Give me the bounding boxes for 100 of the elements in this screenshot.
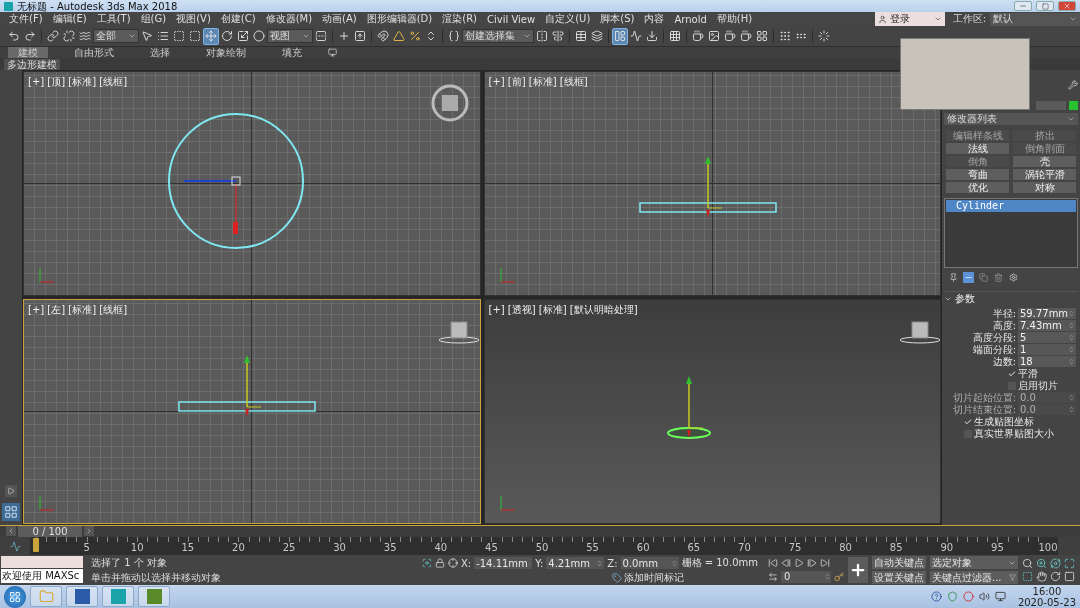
previous-frame-icon[interactable]: [781, 557, 791, 568]
magnet-button[interactable]: [375, 27, 391, 45]
toolbar-dropdown[interactable]: 全部: [93, 29, 139, 43]
expand-button[interactable]: [5, 485, 17, 497]
key-mode-dropdown[interactable]: 选定对象: [930, 556, 1018, 569]
modifier-button[interactable]: 弯曲: [946, 169, 1009, 180]
menu-item[interactable]: 创建(C): [215, 12, 261, 26]
menu-item[interactable]: Arnold: [669, 13, 712, 25]
auto-key-button[interactable]: 自动关键点: [872, 556, 926, 569]
go-to-end-icon[interactable]: [820, 557, 830, 568]
toolbar-dropdown[interactable]: 视图: [267, 29, 313, 43]
zoom-icon[interactable]: [1036, 558, 1047, 569]
taskbar-app-button[interactable]: [138, 586, 170, 607]
modifier-button[interactable]: 涡轮平滑: [1013, 169, 1076, 180]
menu-item[interactable]: Civil View: [482, 13, 541, 25]
menu-item[interactable]: 文件(F): [4, 12, 48, 26]
menu-item[interactable]: 修改器(M): [260, 12, 318, 26]
pan-icon[interactable]: [1036, 571, 1047, 582]
sphere-button[interactable]: [251, 27, 267, 45]
workspace-dropdown[interactable]: 默认: [990, 12, 1080, 26]
menu-item[interactable]: 动画(A): [317, 12, 362, 26]
remove-modifier-button[interactable]: [993, 272, 1004, 283]
track-bar[interactable]: 5 10 15 20 25 30 35 40 45 50 55 60 65 70 75 80 85 90 95 100: [30, 537, 1058, 555]
layers-button[interactable]: [589, 27, 605, 45]
menu-item[interactable]: 帮助(H): [711, 12, 758, 26]
configure-button[interactable]: [1008, 272, 1019, 283]
clock[interactable]: 16:00 2020-05-23: [1017, 585, 1076, 608]
volume-icon[interactable]: [978, 591, 990, 602]
key-filters-button[interactable]: 关键点过滤器...: [930, 571, 1018, 584]
modifier-button[interactable]: 壳: [1013, 156, 1076, 167]
lock-icon[interactable]: [434, 558, 445, 568]
menu-item[interactable]: 自定义(U): [540, 12, 596, 26]
go-to-start-icon[interactable]: [768, 557, 778, 568]
ribbon-tab[interactable]: 自由形式: [64, 47, 124, 58]
menu-item[interactable]: 图形编辑器(D): [361, 12, 438, 26]
help-icon[interactable]: [930, 591, 942, 602]
stack-item[interactable]: Cylinder: [946, 200, 1076, 212]
search-icon[interactable]: [1022, 558, 1033, 569]
cylinder-wireframe[interactable]: [178, 401, 316, 412]
pin-stack-button[interactable]: [948, 272, 959, 283]
spinner-field[interactable]: 1: [1018, 344, 1076, 355]
collapse-icon[interactable]: [944, 295, 952, 303]
cylinder-wireframe[interactable]: [638, 202, 777, 213]
next-frame-icon[interactable]: [807, 557, 817, 568]
crosshair-icon[interactable]: [447, 558, 458, 568]
viewport-label[interactable]: [+] [透视] [标准] [默认明暗处理]: [488, 303, 638, 317]
maximize-icon[interactable]: [1064, 558, 1075, 569]
set-key-button[interactable]: [848, 557, 868, 583]
coordinate-field[interactable]: -14.11mm: [474, 557, 533, 569]
modifier-button[interactable]: 优化: [946, 182, 1009, 193]
move-button[interactable]: [203, 27, 219, 45]
square-icon[interactable]: [1064, 571, 1075, 582]
move-gizmo-drawing[interactable]: [244, 355, 262, 417]
viewport[interactable]: [+] [透视] [标准] [默认明暗处理]: [483, 299, 941, 524]
close-button[interactable]: [1058, 1, 1076, 11]
taskbar-app-button[interactable]: [66, 586, 98, 607]
menu-item[interactable]: 编辑(E): [47, 12, 92, 26]
sign-in-dropdown[interactable]: 登录: [874, 12, 945, 26]
menu-item[interactable]: 工具(T): [91, 12, 136, 26]
view-cube-icon[interactable]: [431, 84, 469, 122]
menu-item[interactable]: 视图(V): [171, 12, 216, 26]
toolbar-dropdown[interactable]: 创建选择集: [462, 29, 534, 43]
modifier-list-dropdown[interactable]: 修改器列表: [944, 113, 1078, 125]
viewport-label[interactable]: [+] [顶] [标准] [线框]: [28, 75, 128, 89]
spinner-field[interactable]: 7.43mm: [1018, 320, 1076, 331]
spinner-field[interactable]: 18: [1018, 356, 1076, 367]
unlink-button[interactable]: [61, 27, 77, 45]
menu-item[interactable]: 组(G): [135, 12, 172, 26]
previous-frame-button[interactable]: [6, 526, 16, 536]
spinner-field[interactable]: 59.77mm: [1018, 308, 1076, 319]
view-cube-icon[interactable]: [438, 321, 480, 344]
start-button[interactable]: [4, 585, 26, 608]
viewport-layout-button[interactable]: [2, 503, 20, 521]
view-cube-icon[interactable]: [899, 321, 940, 344]
record-icon[interactable]: [962, 591, 974, 602]
next-frame-button[interactable]: [84, 526, 94, 536]
ribbon-tab[interactable]: 对象绘制: [196, 47, 256, 58]
move-gizmo-drawing[interactable]: [685, 376, 703, 438]
object-color-swatch[interactable]: [1069, 101, 1078, 110]
modifier-button[interactable]: 法线: [946, 143, 1009, 154]
ribbon-tab[interactable]: 选择: [140, 47, 180, 58]
spinner-field[interactable]: 5: [1018, 332, 1076, 343]
menu-item[interactable]: 内容: [639, 12, 670, 26]
viewport-label[interactable]: [+] [左] [标准] [线框]: [28, 303, 128, 317]
menu-item[interactable]: 渲染(R): [437, 12, 482, 26]
viewport[interactable]: [+] [前] [标准] [线框]: [483, 71, 941, 296]
curve-icon[interactable]: [9, 540, 21, 552]
ribbon-tab[interactable]: 填充: [272, 47, 312, 58]
rotate-icon[interactable]: [1050, 571, 1061, 582]
circle-spline-shape[interactable]: [168, 113, 304, 249]
link-button[interactable]: [45, 27, 61, 45]
coordinate-field[interactable]: 4.21mm: [546, 557, 605, 569]
key-mode-icon[interactable]: [768, 571, 778, 582]
checkbox[interactable]: [964, 417, 972, 426]
orbit-icon[interactable]: [1050, 558, 1061, 569]
move-gizmo-drawing[interactable]: [704, 156, 722, 218]
coordinate-field[interactable]: 0.0mm: [620, 557, 679, 569]
curve-button[interactable]: [628, 27, 644, 45]
viewport-label[interactable]: [+] [前] [标准] [线框]: [488, 75, 588, 89]
viewport[interactable]: [+] [左] [标准] [线框]: [23, 299, 481, 524]
